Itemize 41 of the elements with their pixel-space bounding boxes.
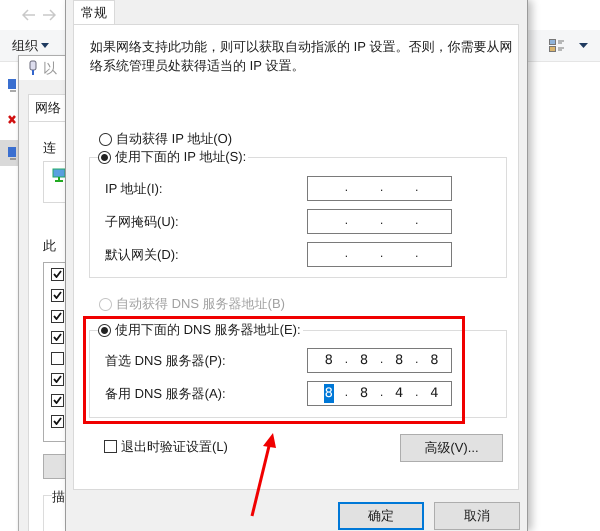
radio-button[interactable]: 使用下面的 DNS 服务器地址(E): (98, 320, 301, 340)
description-text: 如果网络支持此功能，则可以获取自动指派的 IP 设置。否则，你需要从网络系统管理员处获得适当的 IP 设置。 (90, 38, 514, 75)
field-label: 首选 DNS 服务器(P): (105, 352, 226, 370)
ip-address-field[interactable]: . . . (307, 209, 452, 234)
validate-checkbox[interactable]: 退出时验证设置(L) (104, 437, 228, 456)
checkbox[interactable] (51, 268, 64, 280)
advanced-button[interactable]: 高级(V)... (400, 434, 503, 462)
section-label: 此 (43, 237, 56, 255)
dialog-button[interactable]: 确定 (338, 502, 424, 530)
caret-icon[interactable] (579, 43, 588, 48)
dialog-button[interactable]: 取消 (434, 502, 520, 530)
field-label: IP 地址(I): (105, 180, 163, 198)
network-adapter-icon (8, 146, 16, 160)
tab[interactable]: 网络 (28, 94, 68, 120)
tab[interactable]: 常规 (73, 0, 115, 24)
ip-address-field[interactable]: . . . (307, 176, 452, 201)
caret-icon (41, 43, 49, 48)
nav-item[interactable] (0, 140, 18, 166)
radio-button[interactable]: 自动获得 IP 地址(O) (99, 129, 518, 149)
checkbox[interactable] (51, 394, 64, 406)
checkbox[interactable] (51, 352, 64, 364)
network-adapter-icon (8, 78, 16, 92)
checkbox[interactable] (51, 372, 64, 386)
error-x-icon (8, 114, 16, 124)
field-label: 备用 DNS 服务器(A): (105, 384, 226, 403)
network-plug-icon (29, 60, 37, 76)
field-label: 子网掩码(U): (105, 212, 179, 231)
checkbox[interactable] (51, 288, 64, 302)
checkbox[interactable] (51, 310, 64, 322)
radio-button[interactable]: 使用下面的 IP 地址(S): (98, 147, 246, 167)
view-options-icon[interactable] (549, 38, 565, 52)
checkbox[interactable] (51, 414, 64, 428)
window-title: 以 (43, 58, 57, 78)
organize-menu[interactable]: 组织 (12, 36, 49, 56)
ip-address-field[interactable]: 8 . 8 . 8 . 8 (307, 348, 452, 373)
section-label: 连 (43, 138, 56, 156)
ip-address-field[interactable]: . . . (307, 242, 452, 267)
field-label: 默认网关(D): (105, 246, 179, 264)
ip-address-field[interactable]: 8 . 8 . 4 . 4 (307, 381, 452, 406)
checkbox[interactable] (51, 330, 64, 344)
network-adapter-icon (52, 168, 66, 182)
